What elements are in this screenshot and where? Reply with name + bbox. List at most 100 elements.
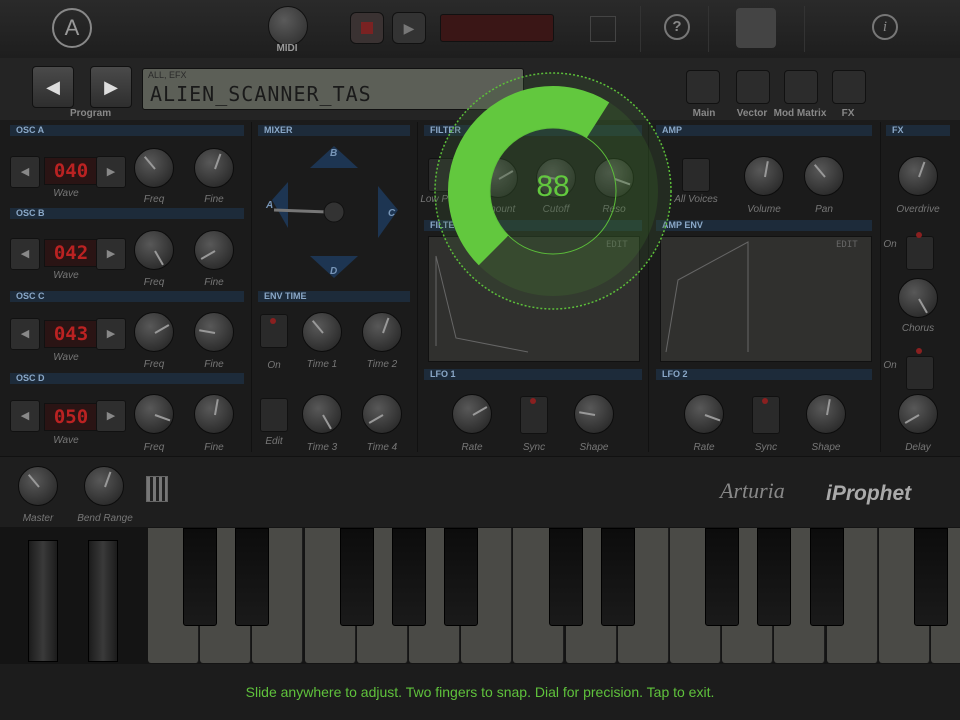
help-icon[interactable]: ? [664,14,690,40]
osc-c-freq-knob[interactable] [134,312,174,352]
osc-c-wave-label: Wave [53,352,79,363]
black-key[interactable] [757,528,792,626]
pan-knob[interactable] [804,156,844,196]
program-prev-button[interactable]: ◀ [32,66,74,108]
time2-knob[interactable] [362,312,402,352]
delay-on-label: On [883,360,897,371]
page-label-fx: FX [841,108,855,119]
pitch-wheel[interactable] [28,540,58,662]
mixer-joystick[interactable] [323,201,345,223]
osc-d-next-button[interactable]: ▶ [96,400,126,432]
divider [640,6,641,52]
all-voices-label: All Voices [674,194,718,205]
volume-knob[interactable] [744,156,784,196]
hint-text: Slide anywhere to adjust. Two fingers to… [245,684,715,700]
osc-a-next-button[interactable]: ▶ [96,156,126,188]
osc-b-freq-knob[interactable] [134,230,174,270]
page-button-fx[interactable] [832,70,866,104]
midi-knob[interactable] [268,6,308,46]
black-key[interactable] [600,528,635,626]
arturia-logo-icon[interactable]: A [52,8,92,48]
lfo1-rate-knob[interactable] [452,394,492,434]
mod-wheel[interactable] [88,540,118,662]
page-button-mod-matrix[interactable] [784,70,818,104]
amp-env-curve [665,241,749,353]
env-time-on-led [270,318,276,324]
osc-c-freq-label: Freq [143,359,165,370]
time4-knob[interactable] [362,394,402,434]
osc-b-next-button[interactable]: ▶ [96,238,126,270]
black-key[interactable] [183,528,218,626]
overdrive-label: Overdrive [896,204,940,215]
mixer-label-b: B [330,148,338,159]
amp-header: AMP [656,125,872,136]
divider [251,122,252,452]
osc-d-freq-knob[interactable] [134,394,174,434]
osc-d-fine-knob[interactable] [194,394,234,434]
lfo2-rate-label: Rate [693,442,715,453]
record-button[interactable] [350,12,384,44]
delay-on-led [916,348,922,354]
divider [880,122,881,452]
master-knob[interactable] [18,466,58,506]
chorus-on-label: On [883,239,897,250]
bend-range-knob[interactable] [84,466,124,506]
black-key[interactable] [392,528,426,626]
mixer-label-a: A [266,200,274,211]
lfo2-rate-knob[interactable] [684,394,724,434]
osc-b-header: OSC B [10,208,244,219]
page-button-vector[interactable] [736,70,770,104]
program-category: ALL, EFX [148,70,187,80]
iprophet-brand: iProphet [826,482,912,505]
all-voices-toggle[interactable] [682,158,710,192]
grid-icon[interactable] [590,16,616,42]
record-icon [361,22,373,34]
osc-b-prev-button[interactable]: ◀ [10,238,40,270]
program-label: Program [70,108,112,119]
tonebank-icon[interactable] [736,8,776,48]
delay-on-toggle[interactable] [906,356,934,390]
master-label: Master [22,513,54,524]
osc-c-next-button[interactable]: ▶ [96,318,126,350]
black-key[interactable] [339,528,374,626]
lfo1-shape-knob[interactable] [574,394,614,434]
page-label-main: Main [692,108,716,119]
overdrive-knob[interactable] [898,156,938,196]
play-button[interactable]: ▶ [392,12,426,44]
lfo2-shape-knob[interactable] [806,394,846,434]
black-key[interactable] [705,528,740,626]
black-key[interactable] [914,528,948,626]
bend-range-label: Bend Range [77,513,133,524]
transport-display [440,14,554,42]
volume-label: Volume [747,204,781,215]
osc-b-wave-display: 042 [44,239,98,267]
osc-a-fine-knob[interactable] [194,148,234,188]
program-next-button[interactable]: ▶ [90,66,132,108]
time3-knob[interactable] [302,394,342,434]
env-time-header: ENV TIME [258,291,410,302]
osc-c-prev-button[interactable]: ◀ [10,318,40,350]
osc-a-wave-display: 040 [44,157,98,185]
osc-b-fine-knob[interactable] [194,230,234,270]
lfo1-sync-led [530,398,536,404]
lfo2-shape-label: Shape [811,442,841,453]
time1-knob[interactable] [302,312,342,352]
page-button-main[interactable] [686,70,720,104]
black-key[interactable] [444,528,479,626]
osc-c-fine-knob[interactable] [194,312,234,352]
osc-a-fine-label: Fine [204,194,224,205]
black-key[interactable] [235,528,270,626]
env-time-edit-toggle[interactable] [260,398,288,432]
info-icon[interactable]: i [872,14,898,40]
chorus-knob[interactable] [898,278,938,318]
delay-knob[interactable] [898,394,938,434]
osc-a-prev-button[interactable]: ◀ [10,156,40,188]
black-key[interactable] [809,528,844,626]
pan-label: Pan [815,204,833,215]
chorus-on-toggle[interactable] [906,236,934,270]
keyboard-settings-icon[interactable] [146,476,168,502]
black-key[interactable] [548,528,583,626]
osc-a-freq-knob[interactable] [134,148,174,188]
osc-d-prev-button[interactable]: ◀ [10,400,40,432]
amp-env-edit-label[interactable]: EDIT [836,240,858,250]
